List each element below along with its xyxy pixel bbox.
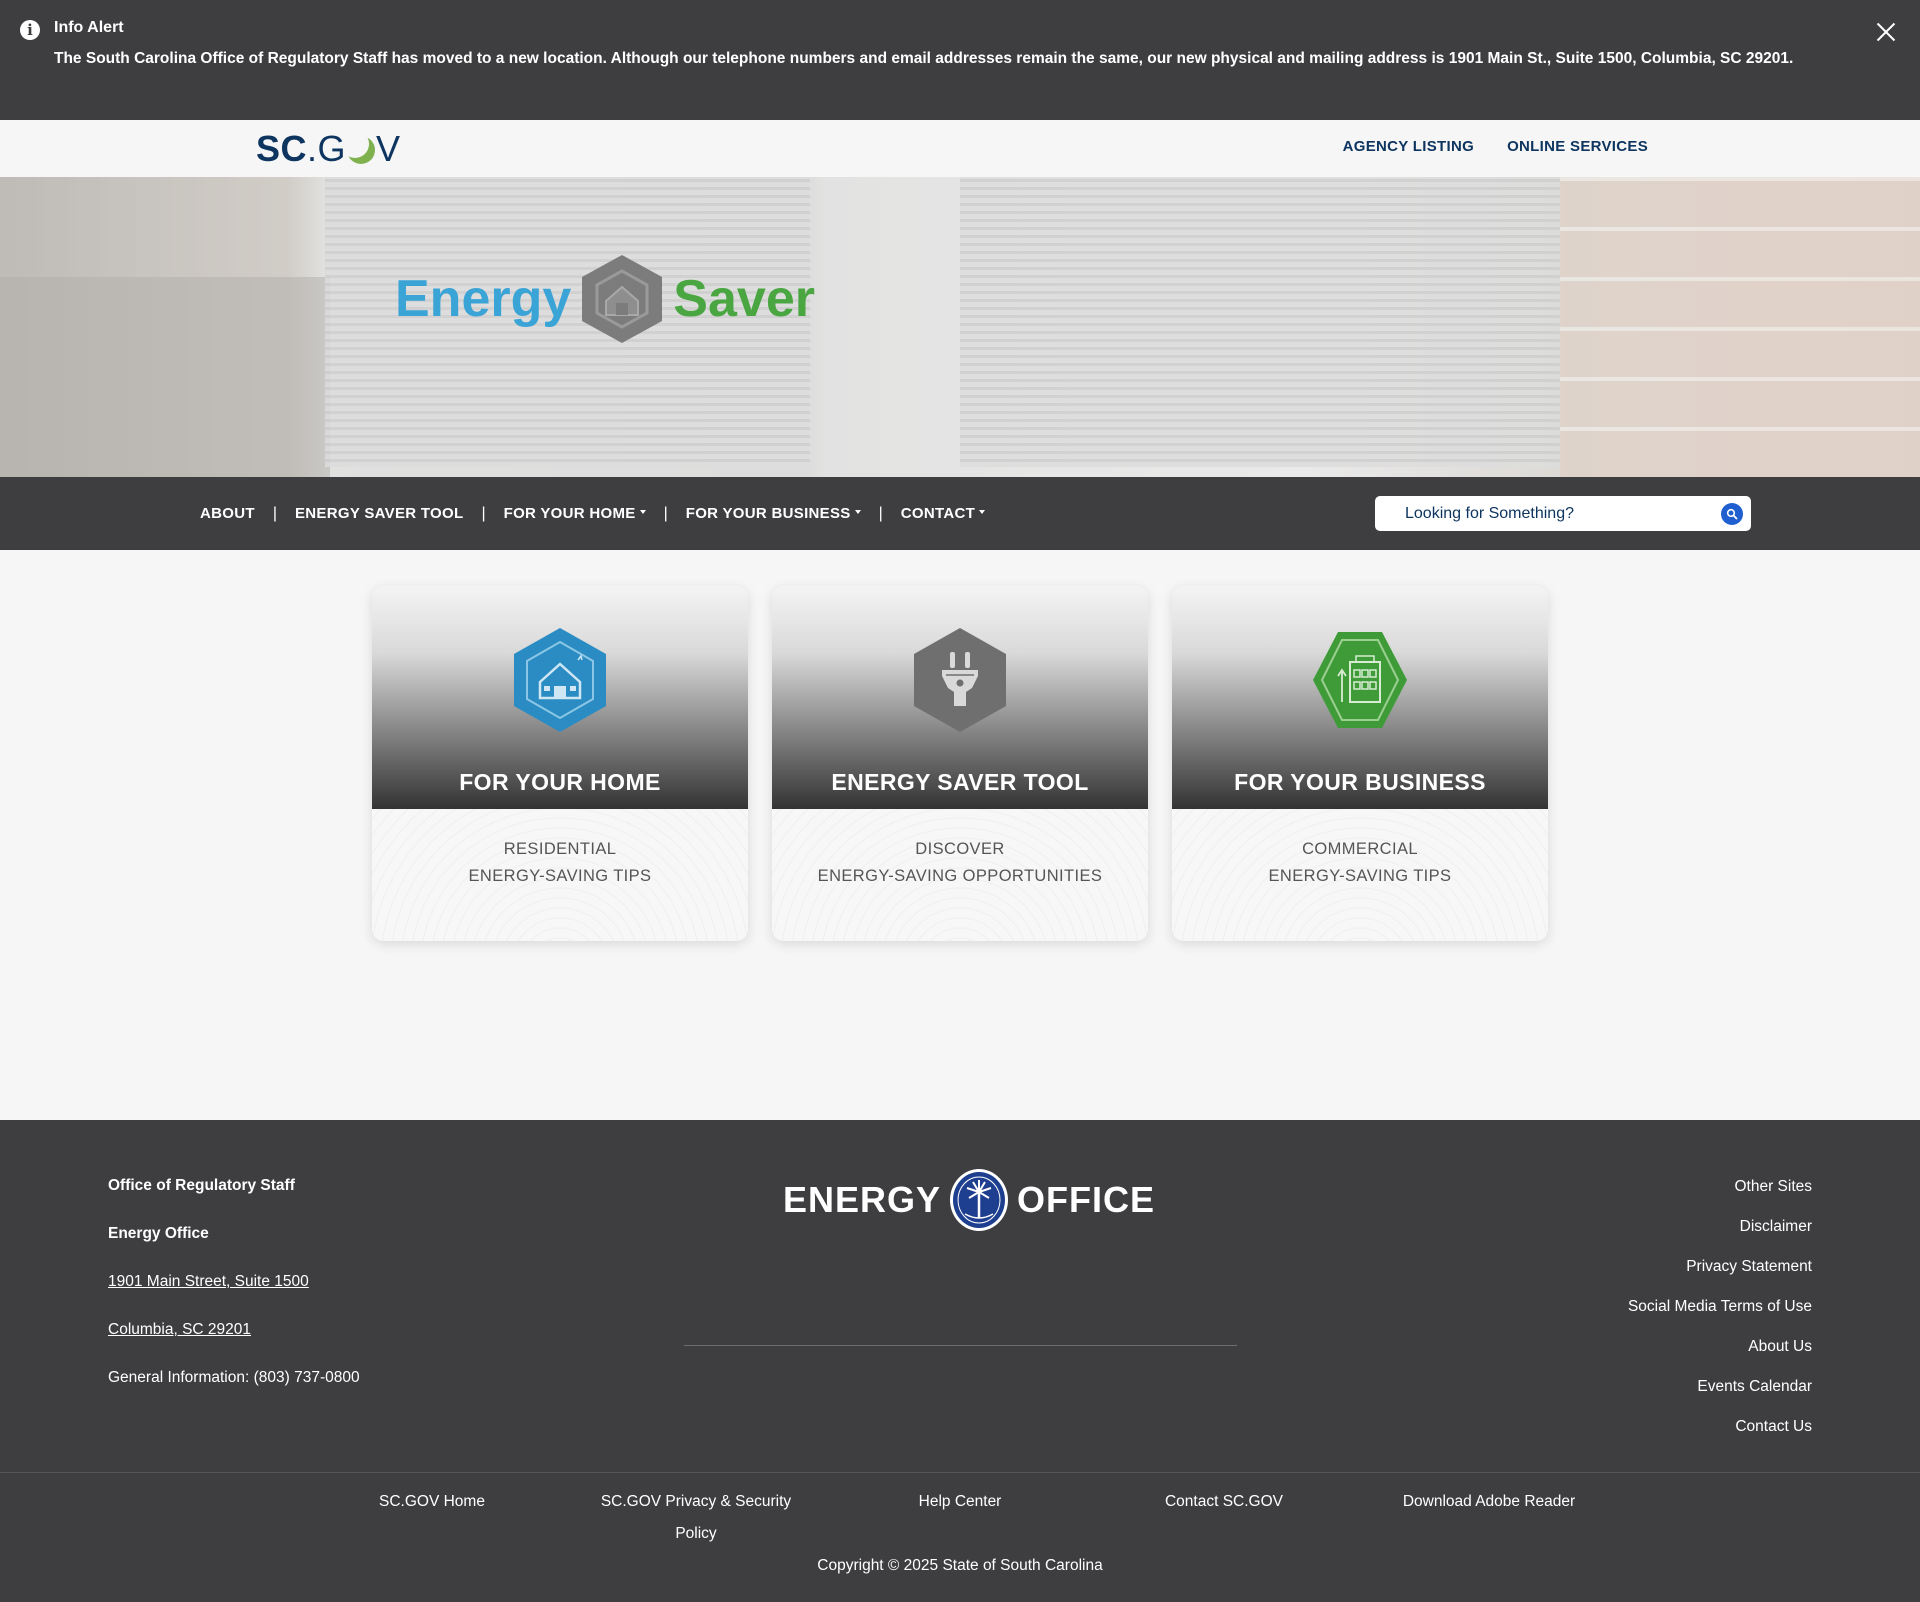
footer-link-about-us[interactable]: About Us xyxy=(1628,1337,1812,1377)
info-alert: i Info Alert The South Carolina Office o… xyxy=(0,0,1920,120)
nav-item-for-your-home[interactable]: FOR YOUR HOME xyxy=(504,505,646,522)
main-nav: ABOUT | ENERGY SAVER TOOL | FOR YOUR HOM… xyxy=(0,477,1920,550)
card-subtitle-line1: DISCOVER xyxy=(915,840,1005,858)
footer-link-events-calendar[interactable]: Events Calendar xyxy=(1628,1377,1812,1417)
footer-contact-info: Office of Regulatory Staff Energy Office… xyxy=(108,1177,360,1417)
footer-link-contact-us[interactable]: Contact Us xyxy=(1628,1417,1812,1457)
footer-link-privacy-statement[interactable]: Privacy Statement xyxy=(1628,1257,1812,1297)
footer-dept-name: Energy Office xyxy=(108,1225,209,1242)
site-footer: Office of Regulatory Staff Energy Office… xyxy=(0,1120,1920,1602)
online-services-link[interactable]: ONLINE SERVICES xyxy=(1507,138,1648,155)
close-icon[interactable] xyxy=(1874,20,1898,44)
card-title: FOR YOUR BUSINESS xyxy=(1234,769,1486,795)
hero-overlay xyxy=(0,177,1920,477)
info-icon: i xyxy=(20,20,40,40)
agency-listing-link[interactable]: AGENCY LISTING xyxy=(1343,138,1474,155)
search-box xyxy=(1375,496,1751,531)
logo-office-word: OFFICE xyxy=(1017,1179,1156,1220)
card-energy-saver-tool[interactable]: ENERGY SAVER TOOL DISCOVER ENERGY-SAVING… xyxy=(772,586,1148,941)
card-header: FOR YOUR HOME xyxy=(372,586,748,809)
search-input[interactable] xyxy=(1405,496,1705,531)
house-icon xyxy=(514,628,606,732)
footer-link-other-sites[interactable]: Other Sites xyxy=(1628,1177,1812,1217)
card-subtitle-line1: COMMERCIAL xyxy=(1302,840,1418,858)
energy-office-logo[interactable]: ENERGY OFFICE xyxy=(783,1168,1155,1232)
card-title: FOR YOUR HOME xyxy=(459,769,661,795)
footer-divider xyxy=(684,1345,1237,1346)
house-hexagon-icon xyxy=(582,255,663,343)
download-adobe-link[interactable]: Download Adobe Reader xyxy=(1379,1486,1599,1518)
footer-address-line2[interactable]: Columbia, SC 29201 xyxy=(108,1321,251,1338)
help-center-link[interactable]: Help Center xyxy=(890,1486,1030,1518)
nav-separator: | xyxy=(481,504,486,522)
alert-message: The South Carolina Office of Regulatory … xyxy=(54,50,1794,67)
hero-banner: Energy Saver xyxy=(0,177,1920,477)
card-for-your-home[interactable]: FOR YOUR HOME RESIDENTIAL ENERGY-SAVING … xyxy=(372,586,748,941)
nav-items: ABOUT | ENERGY SAVER TOOL | FOR YOUR HOM… xyxy=(200,477,985,550)
top-links: AGENCY LISTING ONLINE SERVICES xyxy=(1343,138,1648,155)
nav-item-about[interactable]: ABOUT xyxy=(200,505,255,522)
nav-item-for-your-business[interactable]: FOR YOUR BUSINESS xyxy=(686,505,861,522)
logo-saver-word: Saver xyxy=(673,270,815,328)
footer-org-name: Office of Regulatory Staff xyxy=(108,1177,295,1194)
search-icon xyxy=(1726,508,1738,520)
search-button[interactable] xyxy=(1721,503,1743,525)
nav-separator: | xyxy=(272,504,277,522)
card-body: COMMERCIAL ENERGY-SAVING TIPS xyxy=(1172,809,1548,941)
crescent-moon-icon xyxy=(347,136,375,164)
logo-v: V xyxy=(376,128,401,169)
footer-address-line1[interactable]: 1901 Main Street, Suite 1500 xyxy=(108,1273,309,1290)
footer-link-disclaimer[interactable]: Disclaimer xyxy=(1628,1217,1812,1257)
footer-bottom-divider xyxy=(0,1472,1920,1473)
logo-energy-word: ENERGY xyxy=(783,1179,942,1220)
footer-links: Other Sites Disclaimer Privacy Statement… xyxy=(1628,1177,1812,1457)
scgov-home-link[interactable]: SC.GOV Home xyxy=(362,1486,502,1518)
scgov-logo[interactable]: SC.G V xyxy=(256,130,401,168)
nav-separator: | xyxy=(878,504,883,522)
card-header: ENERGY SAVER TOOL xyxy=(772,586,1148,809)
energy-saver-logo[interactable]: Energy Saver xyxy=(395,253,815,345)
nav-item-energy-saver-tool[interactable]: ENERGY SAVER TOOL xyxy=(295,505,463,522)
card-body: DISCOVER ENERGY-SAVING OPPORTUNITIES xyxy=(772,809,1148,941)
nav-item-contact[interactable]: CONTACT xyxy=(901,505,985,522)
plug-icon xyxy=(914,628,1006,732)
logo-g: G xyxy=(317,128,347,169)
card-subtitle-line2: ENERGY-SAVING TIPS xyxy=(468,867,652,885)
nav-separator: | xyxy=(663,504,668,522)
scgov-bar: SC.G V AGENCY LISTING ONLINE SERVICES xyxy=(0,120,1920,177)
building-icon xyxy=(1313,632,1407,728)
card-header: FOR YOUR BUSINESS xyxy=(1172,586,1548,809)
contact-scgov-link[interactable]: Contact SC.GOV xyxy=(1144,1486,1304,1518)
scgov-privacy-link[interactable]: SC.GOV Privacy & Security Policy xyxy=(582,1486,810,1550)
logo-energy-word: Energy xyxy=(395,270,572,328)
card-subtitle-line2: ENERGY-SAVING OPPORTUNITIES xyxy=(817,867,1103,885)
logo-sc: SC xyxy=(256,128,308,169)
copyright-text: Copyright © 2025 State of South Carolina xyxy=(817,1557,1103,1574)
card-title: ENERGY SAVER TOOL xyxy=(831,769,1089,795)
ors-seal-icon xyxy=(950,1169,1009,1231)
card-subtitle-line2: ENERGY-SAVING TIPS xyxy=(1268,867,1452,885)
alert-title: Info Alert xyxy=(54,19,124,36)
card-for-your-business[interactable]: FOR YOUR BUSINESS COMMERCIAL ENERGY-SAVI… xyxy=(1172,586,1548,941)
footer-phone: General Information: (803) 737-0800 xyxy=(108,1369,360,1386)
logo-dot: . xyxy=(307,128,318,169)
card-subtitle-line1: RESIDENTIAL xyxy=(503,840,617,858)
footer-link-social-media-terms[interactable]: Social Media Terms of Use xyxy=(1628,1297,1812,1337)
card-body: RESIDENTIAL ENERGY-SAVING TIPS xyxy=(372,809,748,941)
